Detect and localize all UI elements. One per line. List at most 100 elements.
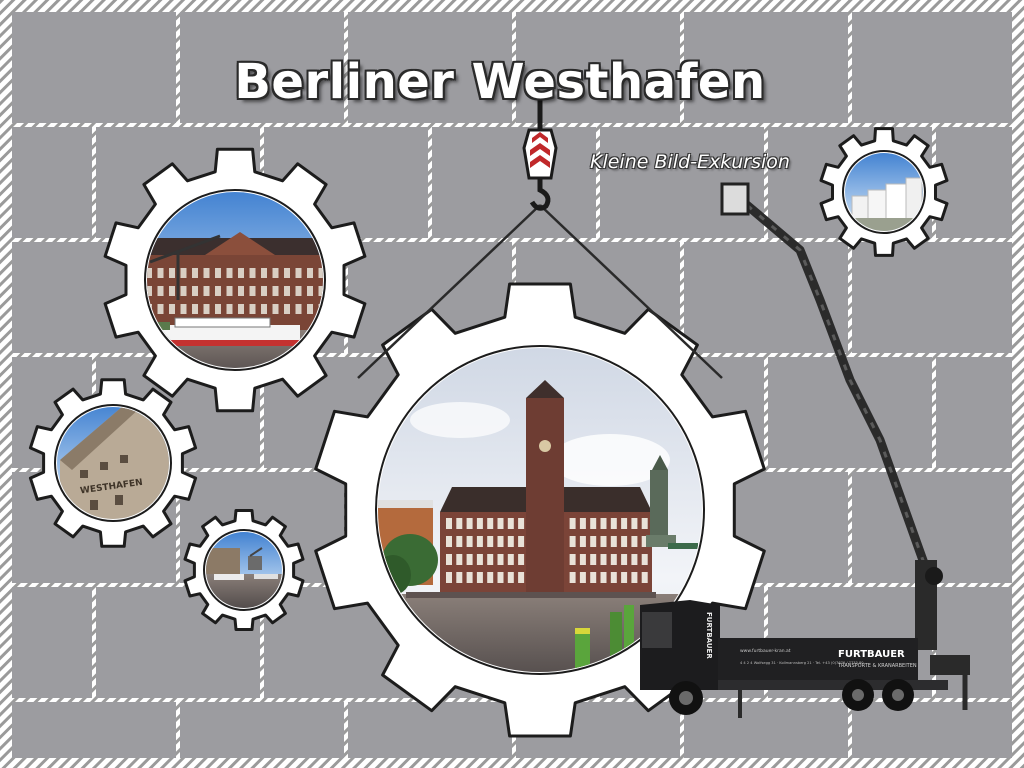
building-window [466, 518, 473, 529]
building-window [456, 572, 463, 583]
building-window [497, 518, 504, 529]
building-window [569, 572, 576, 583]
building-window [621, 536, 628, 547]
building-window [446, 536, 452, 547]
warehouse-window [249, 268, 256, 278]
warehouse-window [249, 304, 256, 314]
wall-brick [12, 702, 176, 758]
warehouse-window [192, 286, 198, 296]
wall-brick [852, 242, 1012, 353]
building-window [476, 554, 483, 565]
wall-brick [852, 702, 1012, 758]
building-window [631, 518, 638, 529]
building-window [476, 518, 483, 529]
warehouse-window [295, 286, 302, 296]
poster-scene: WESTHAFEN FURTBAUER TRANSPORTE & KRANARB… [0, 0, 1024, 768]
building-window [456, 554, 463, 565]
poster-canvas: WESTHAFEN FURTBAUER TRANSPORTE & KRANARB… [0, 0, 1024, 768]
wall-brick [432, 127, 596, 238]
warehouse-window [180, 304, 187, 314]
warehouse-window [215, 304, 221, 314]
building-window [579, 536, 586, 547]
building-window [456, 518, 463, 529]
building-window [497, 554, 504, 565]
warehouse-window [272, 304, 279, 314]
warehouse-window [307, 304, 313, 314]
wall-brick [12, 587, 92, 698]
warehouse-window [169, 268, 175, 278]
warehouse-window [272, 286, 279, 296]
building-window [487, 572, 494, 583]
building-window [600, 554, 607, 565]
building-window [507, 536, 514, 547]
building-window [641, 518, 648, 529]
warehouse-window [226, 268, 233, 278]
wall-brick [180, 702, 344, 758]
warehouse-window [180, 286, 187, 296]
building-window [487, 536, 494, 547]
building-window [466, 536, 473, 547]
truck-cab-brand: FURTBAUER [705, 612, 713, 659]
building-window [641, 554, 648, 565]
warehouse-window [284, 304, 290, 314]
building-window [446, 518, 452, 529]
warehouse-window [249, 286, 256, 296]
building-window [518, 554, 525, 565]
building-window [621, 572, 628, 583]
warehouse-window [284, 286, 290, 296]
warehouse-window [261, 286, 267, 296]
truck-website: www.furtbauer-kran.at [740, 648, 791, 654]
warehouse-window [307, 268, 313, 278]
warehouse-window [157, 304, 164, 314]
building-window [590, 572, 597, 583]
warehouse-window [238, 286, 244, 296]
warehouse-window [203, 286, 210, 296]
warehouse-window [180, 268, 187, 278]
warehouse-window [226, 286, 233, 296]
warehouse-window [284, 268, 290, 278]
wall-brick [936, 357, 1012, 468]
warehouse-window [203, 304, 210, 314]
building-window [600, 536, 607, 547]
building-window [476, 536, 483, 547]
warehouse-window [261, 268, 267, 278]
building-window [446, 554, 452, 565]
building-window [518, 518, 525, 529]
building-window [600, 518, 607, 529]
warehouse-window [157, 286, 164, 296]
building-window [446, 572, 452, 583]
building-window [621, 518, 628, 529]
warehouse-window [295, 268, 302, 278]
warehouse-window [226, 304, 233, 314]
warehouse-window [192, 304, 198, 314]
warehouse-window [157, 268, 164, 278]
truck-contact: 4 4 2 4 Wolfsegg 31 · Kollmannsberg 21 ·… [740, 661, 864, 665]
building-window [590, 518, 597, 529]
building-window [621, 554, 628, 565]
building-window [631, 536, 638, 547]
building-window [641, 572, 648, 583]
warehouse-window [272, 268, 279, 278]
building-window [610, 572, 617, 583]
warehouse-window [203, 268, 210, 278]
building-window [610, 554, 617, 565]
building-window [579, 518, 586, 529]
building-window [518, 536, 525, 547]
building-window [507, 554, 514, 565]
truck-brand: FURTBAUER [838, 649, 905, 660]
building-window [487, 518, 494, 529]
building-window [569, 554, 576, 565]
warehouse-window [295, 304, 302, 314]
warehouse-window [261, 304, 267, 314]
building-window [600, 572, 607, 583]
wall-brick [12, 127, 92, 238]
building-window [476, 572, 483, 583]
building-window [610, 536, 617, 547]
poster-subtitle: Kleine Bild-Exkursion [590, 151, 790, 173]
warehouse-window [192, 268, 198, 278]
building-window [466, 572, 473, 583]
building-window [631, 554, 638, 565]
building-window [456, 536, 463, 547]
warehouse-window [215, 286, 221, 296]
building-window [507, 572, 514, 583]
